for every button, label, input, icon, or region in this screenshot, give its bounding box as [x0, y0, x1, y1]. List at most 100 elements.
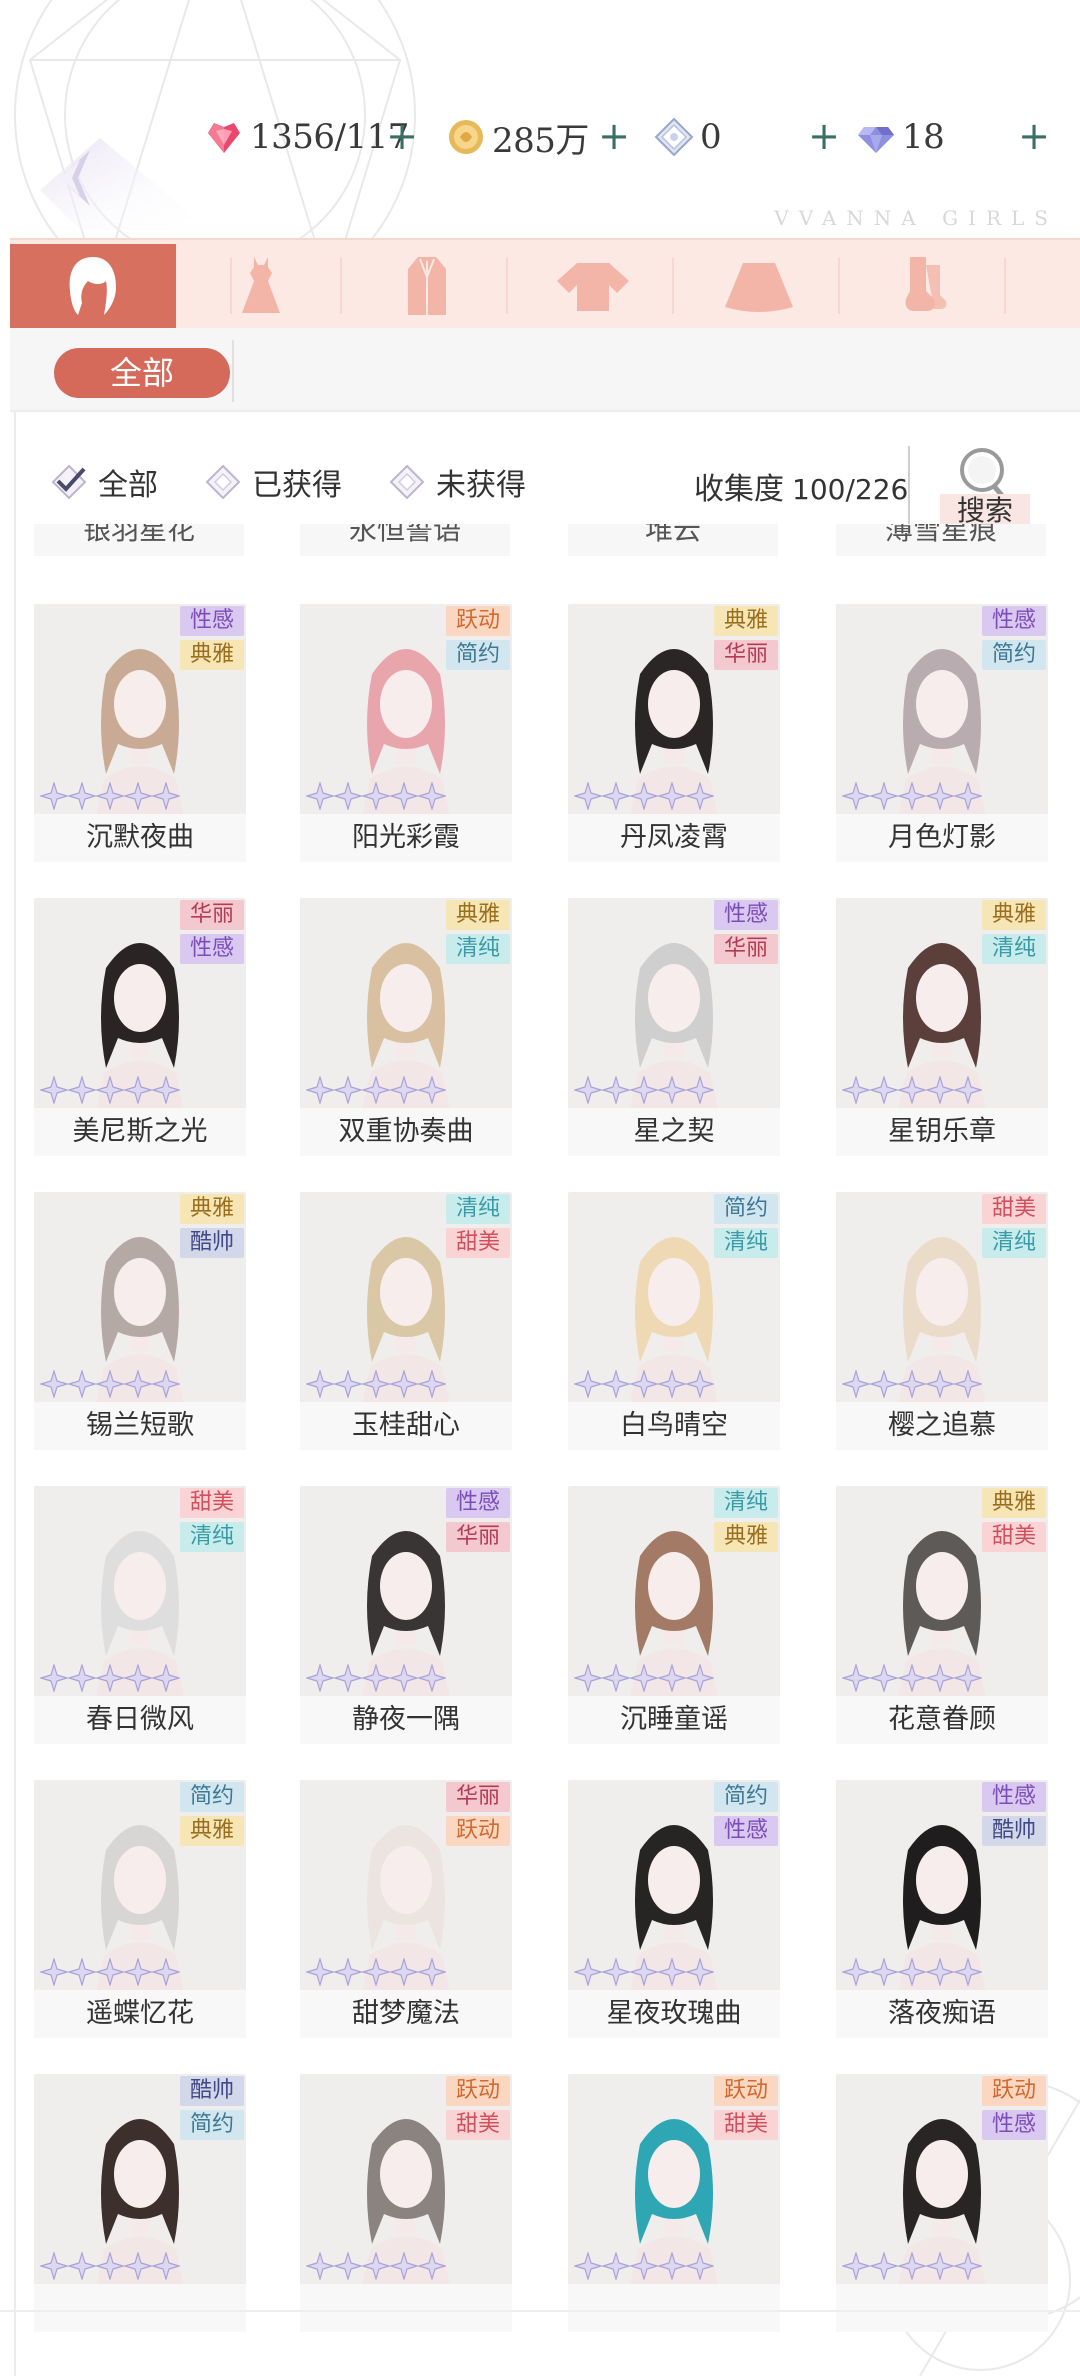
add-coins-button[interactable]: +	[596, 116, 632, 156]
star-icon	[360, 1368, 392, 1400]
subcategory-all-button[interactable]: 全部	[54, 348, 230, 398]
hair-item-card[interactable]: 甜美 清纯 樱之追慕	[836, 1192, 1048, 1452]
hair-item-card[interactable]: 性感 华丽 星之契	[568, 898, 780, 1158]
hair-item-name: 沉默夜曲	[34, 814, 246, 862]
star-icon	[896, 1662, 928, 1694]
star-icon	[840, 780, 872, 812]
hair-item-card[interactable]: 性感 简约 月色灯影	[836, 604, 1048, 864]
star-icon	[628, 1956, 660, 1988]
hair-item-card[interactable]: 跃动 甜美	[300, 2074, 512, 2334]
style-tag: 典雅	[180, 640, 244, 670]
star-icon	[572, 1368, 604, 1400]
star-icon	[840, 1662, 872, 1694]
add-diamond-button[interactable]: +	[1016, 116, 1052, 156]
star-icon	[924, 780, 956, 812]
rarity-stars	[572, 1368, 716, 1400]
hair-item-card[interactable]: 华丽 跃动 甜梦魔法	[300, 1780, 512, 2040]
hair-item-card[interactable]: 典雅 清纯 星钥乐章	[836, 898, 1048, 1158]
star-icon	[924, 1074, 956, 1106]
star-icon	[840, 1074, 872, 1106]
star-icon	[388, 2250, 420, 2282]
star-icon	[896, 2250, 928, 2282]
star-icon	[66, 1956, 98, 1988]
hair-item-name	[836, 2284, 1048, 2332]
hair-item-card[interactable]: 简约 性感 星夜玫瑰曲	[568, 1780, 780, 2040]
style-tag: 典雅	[714, 1522, 778, 1552]
back-arrow-icon[interactable]	[20, 130, 220, 240]
filter-owned-checkbox[interactable]: 已获得	[204, 460, 342, 504]
star-icon	[684, 1074, 716, 1106]
style-tag: 甜美	[982, 1194, 1046, 1224]
rarity-stars	[840, 1074, 984, 1106]
hair-item-name: 沉睡童谣	[568, 1696, 780, 1744]
hair-item-card[interactable]: 跃动 性感	[836, 2074, 1048, 2334]
hair-item-card[interactable]: 典雅 酷帅 锡兰短歌	[34, 1192, 246, 1452]
star-icon	[388, 1956, 420, 1988]
hair-item-card[interactable]: 清纯 典雅 沉睡童谣	[568, 1486, 780, 1746]
star-icon	[304, 1368, 336, 1400]
star-icon	[332, 1662, 364, 1694]
partial-item-name: 永恒誓语	[348, 524, 461, 546]
style-tag: 华丽	[714, 934, 778, 964]
hair-item-card[interactable]: 典雅 甜美 花意眷顾	[836, 1486, 1048, 1746]
category-tab-bar	[10, 238, 1080, 328]
star-icon	[416, 780, 448, 812]
hair-item-card[interactable]: 简约 清纯 白鸟晴空	[568, 1192, 780, 1452]
tab-coat[interactable]	[344, 244, 510, 328]
tab-hair[interactable]	[10, 244, 176, 328]
star-icon	[332, 780, 364, 812]
star-icon	[896, 1956, 928, 1988]
hair-item-card[interactable]: 性感 典雅 沉默夜曲	[34, 604, 246, 864]
tab-skirt[interactable]	[676, 244, 842, 328]
rarity-stars	[304, 2250, 448, 2282]
style-tag: 跃动	[982, 2076, 1046, 2106]
hair-item-card[interactable]: 典雅 华丽 丹凤凌霄	[568, 604, 780, 864]
filter-label: 全部	[98, 468, 158, 503]
star-icon	[94, 2250, 126, 2282]
hair-item-name: 锡兰短歌	[34, 1402, 246, 1450]
hair-item-card[interactable]: 性感 酷帅 落夜痴语	[836, 1780, 1048, 2040]
hair-item-card[interactable]: 跃动 甜美	[568, 2074, 780, 2334]
star-icon	[388, 1662, 420, 1694]
style-tag: 清纯	[714, 1228, 778, 1258]
star-icon	[628, 1368, 660, 1400]
style-tag: 甜美	[982, 1522, 1046, 1552]
add-stamina-button[interactable]: +	[384, 116, 420, 156]
hair-item-thumbnail: 性感 简约	[836, 604, 1048, 816]
hair-item-card[interactable]: 性感 华丽 静夜一隅	[300, 1486, 512, 1746]
search-button-label[interactable]: 搜索	[940, 494, 1030, 528]
style-tag: 简约	[714, 1194, 778, 1224]
style-tag: 简约	[446, 640, 510, 670]
style-tag: 甜美	[446, 1228, 510, 1258]
hair-item-name: 樱之追慕	[836, 1402, 1048, 1450]
star-icon	[66, 1368, 98, 1400]
hair-item-thumbnail: 典雅 甜美	[836, 1486, 1048, 1698]
style-tag: 简约	[180, 2110, 244, 2140]
filter-all-checkbox[interactable]: 全部	[50, 460, 158, 504]
star-icon	[122, 1074, 154, 1106]
tab-dress[interactable]	[178, 244, 344, 328]
hair-item-card[interactable]: 典雅 清纯 双重协奏曲	[300, 898, 512, 1158]
hair-item-card[interactable]: 酷帅 简约	[34, 2074, 246, 2334]
hair-item-card[interactable]: 华丽 性感 美尼斯之光	[34, 898, 246, 1158]
star-icon	[600, 1662, 632, 1694]
hair-item-card[interactable]: 简约 典雅 遥蝶忆花	[34, 1780, 246, 2040]
tab-top[interactable]	[510, 244, 676, 328]
hair-item-card[interactable]: 跃动 简约 阳光彩霞	[300, 604, 512, 864]
currency-header: 1356/117 + 285万 + 0 + 18 + VVANNA GIRLS	[0, 0, 1080, 236]
tab-socks[interactable]	[842, 244, 1008, 328]
hair-item-thumbnail: 典雅 华丽	[568, 604, 780, 816]
hair-icon	[69, 257, 116, 315]
star-icon	[924, 2250, 956, 2282]
add-crystal-button[interactable]: +	[806, 116, 842, 156]
star-icon	[572, 1956, 604, 1988]
style-tag: 清纯	[446, 1194, 510, 1224]
star-icon	[924, 1368, 956, 1400]
star-icon	[952, 2250, 984, 2282]
hair-item-thumbnail: 跃动 甜美	[300, 2074, 512, 2286]
filter-unowned-checkbox[interactable]: 未获得	[388, 460, 526, 504]
hair-item-card[interactable]: 清纯 甜美 玉桂甜心	[300, 1192, 512, 1452]
star-icon	[628, 1662, 660, 1694]
hair-item-card[interactable]: 甜美 清纯 春日微风	[34, 1486, 246, 1746]
rarity-stars	[840, 1368, 984, 1400]
